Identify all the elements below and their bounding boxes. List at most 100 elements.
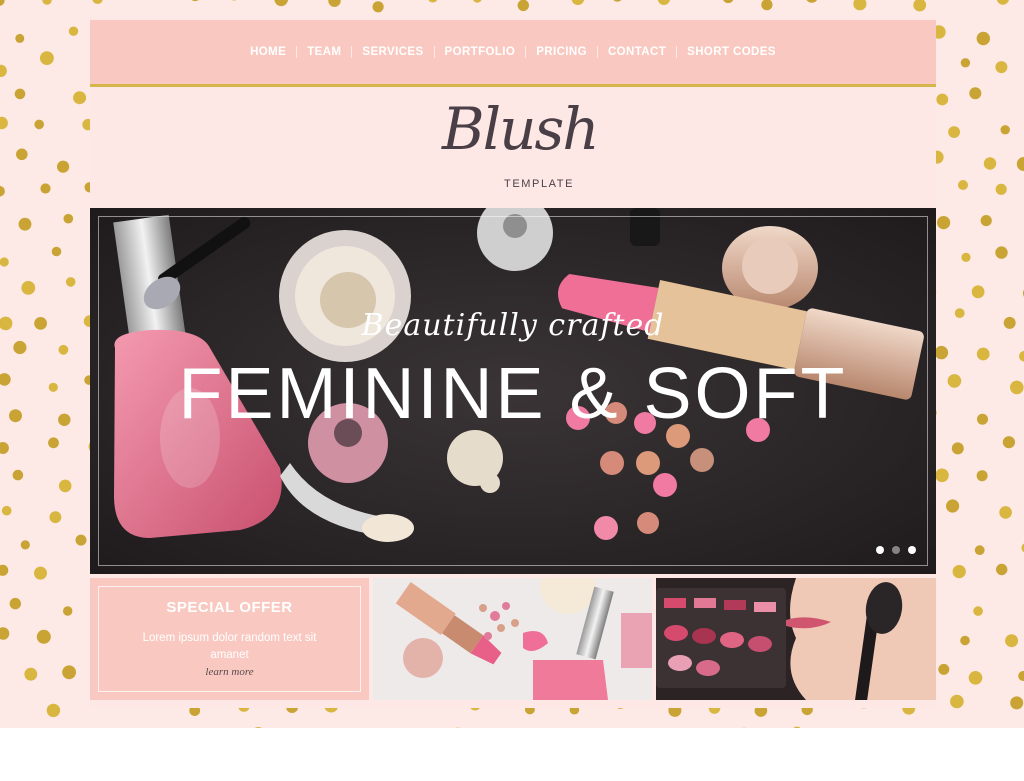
confetti-dot: [980, 215, 992, 227]
logo-script-text: Blush: [442, 95, 600, 163]
confetti-dot: [971, 285, 985, 299]
confetti-dot: [48, 382, 58, 392]
confetti-dot: [999, 506, 1012, 519]
confetti-dot: [976, 31, 990, 46]
confetti-dot: [0, 116, 8, 130]
confetti-dot: [34, 566, 47, 580]
learn-more-link[interactable]: learn more: [99, 666, 360, 678]
confetti-dot: [191, 0, 199, 2]
confetti-dot: [0, 442, 9, 454]
confetti-dot: [1010, 696, 1024, 710]
confetti-dot: [58, 344, 69, 355]
confetti-dot: [952, 565, 966, 579]
confetti-dot: [34, 317, 47, 330]
confetti-dot: [62, 665, 76, 680]
confetti-dot: [0, 257, 9, 267]
hero-subtitle: Beautifully crafted: [361, 308, 665, 343]
confetti-dot: [21, 281, 36, 295]
nav-list: HOME TEAM SERVICES PORTFOLIO PRICING CON…: [240, 46, 786, 58]
confetti-dot: [961, 252, 971, 262]
confetti-dot: [806, 0, 818, 3]
special-offer-card: SPECIAL OFFER Lorem ipsum dolor random t…: [90, 578, 369, 700]
confetti-dot: [1003, 316, 1016, 329]
confetti-dot: [68, 26, 79, 36]
confetti-dot: [948, 126, 960, 138]
confetti-dot: [938, 663, 950, 675]
slider-dot-3[interactable]: [908, 546, 916, 554]
slider-dot-2[interactable]: [892, 546, 900, 554]
confetti-dot: [18, 217, 32, 231]
confetti-dot: [976, 347, 990, 361]
confetti-dot: [936, 93, 949, 106]
confetti-dot: [571, 0, 585, 5]
logo-subtitle: TEMPLATE: [504, 178, 575, 190]
nav-item-contact[interactable]: CONTACT: [598, 46, 676, 58]
confetti-dot: [9, 409, 22, 423]
confetti-dot: [1005, 634, 1019, 648]
confetti-dot: [49, 511, 62, 524]
main-navigation: HOME TEAM SERVICES PORTFOLIO PRICING CON…: [90, 20, 936, 87]
confetti-dot: [0, 185, 5, 197]
confetti-dot: [1019, 350, 1024, 362]
confetti-dot: [254, 727, 262, 728]
confetti-dot: [0, 627, 10, 640]
confetti-dot: [995, 246, 1008, 259]
nav-item-pricing[interactable]: PRICING: [526, 46, 597, 58]
special-offer-frame: SPECIAL OFFER Lorem ipsum dolor random t…: [98, 586, 361, 692]
special-offer-title: SPECIAL OFFER: [166, 599, 293, 616]
cosmetics-flatlay-image: [373, 578, 652, 700]
confetti-dot: [1010, 380, 1024, 395]
confetti-dot: [62, 606, 73, 616]
nav-item-services[interactable]: SERVICES: [352, 46, 433, 58]
gallery-thumbnail-model[interactable]: [656, 578, 936, 700]
confetti-dot: [657, 0, 670, 5]
nav-item-home[interactable]: HOME: [240, 46, 296, 58]
confetti-dot: [24, 667, 38, 681]
confetti-dot: [57, 160, 70, 173]
confetti-dot: [977, 413, 988, 425]
confetti-dot: [0, 316, 13, 331]
confetti-dot: [723, 0, 734, 4]
nav-item-short-codes[interactable]: SHORT CODES: [677, 46, 786, 58]
confetti-dot: [231, 0, 237, 1]
confetti-dot: [983, 157, 997, 170]
hero-title: FEMININE & SOFT: [178, 354, 848, 434]
confetti-dot: [951, 442, 964, 455]
confetti-dot: [0, 564, 9, 576]
confetti-dot: [761, 0, 773, 11]
confetti-dot: [73, 91, 87, 105]
nav-item-team[interactable]: TEAM: [297, 46, 351, 58]
confetti-dot: [372, 1, 384, 13]
confetti-dot: [947, 374, 962, 388]
confetti-dot: [15, 148, 28, 161]
confetti-dot: [1018, 671, 1024, 681]
slider-dot-1[interactable]: [876, 546, 884, 554]
hero-slider: Beautifully crafted FEMININE & SOFT: [90, 208, 936, 574]
nav-item-portfolio[interactable]: PORTFOLIO: [435, 46, 526, 58]
confetti-dot: [428, 0, 438, 3]
confetti-dot: [1002, 436, 1016, 449]
confetti-dot: [960, 58, 971, 68]
confetti-dot: [12, 469, 24, 481]
confetti-dot: [976, 470, 988, 482]
confetti-dot: [954, 308, 965, 318]
confetti-dot: [1016, 157, 1024, 171]
confetti-dot: [13, 340, 27, 355]
confetti-dot: [274, 0, 289, 7]
confetti-dot: [969, 87, 982, 100]
confetti-dot: [63, 213, 74, 224]
confetti-dot: [58, 413, 71, 426]
site-logo[interactable]: Blush TEMPLATE: [440, 100, 600, 195]
confetti-dot: [913, 0, 927, 12]
confetti-dot: [46, 703, 61, 718]
confetti-dot: [517, 0, 529, 12]
confetti-dot: [960, 635, 970, 646]
confetti-dot: [9, 597, 21, 610]
gallery-thumbnail-cosmetics[interactable]: [373, 578, 652, 700]
confetti-dot: [973, 606, 983, 616]
confetti-dot: [75, 534, 87, 546]
confetti-dot: [958, 180, 968, 190]
confetti-dot: [613, 0, 622, 2]
confetti-dot: [40, 183, 51, 194]
confetti-dot: [328, 0, 341, 7]
